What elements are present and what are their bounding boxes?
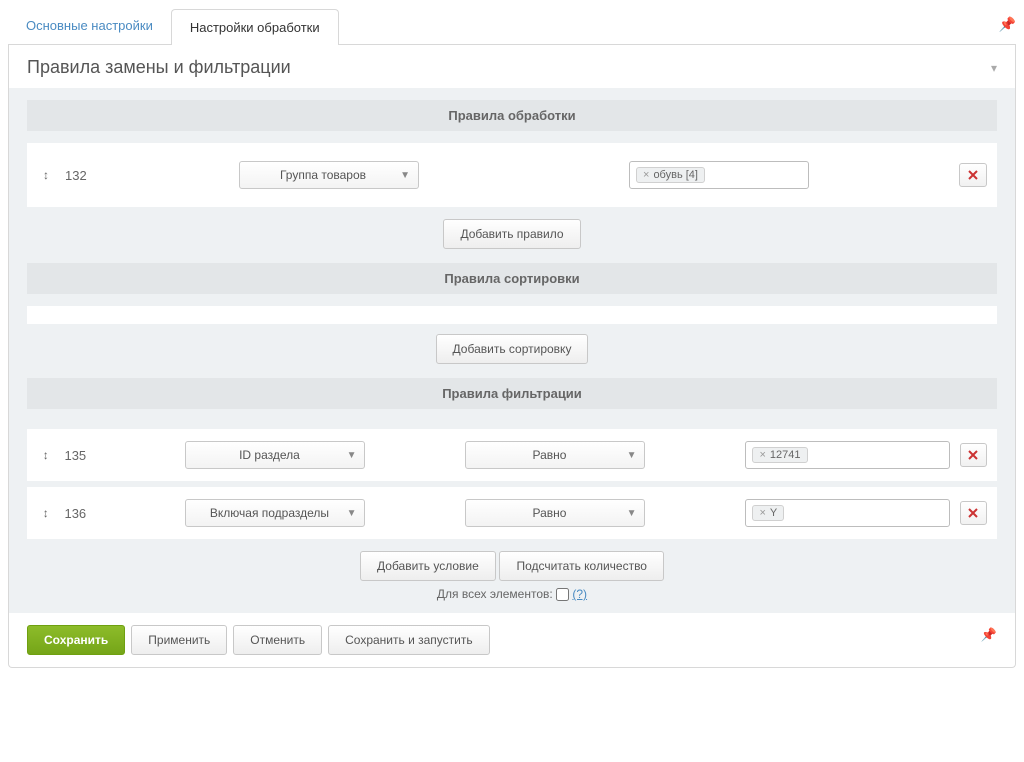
for-all-elements-label: Для всех элементов: [437, 587, 553, 601]
for-all-elements-checkbox[interactable] [556, 588, 569, 601]
tabs-bar: Основные настройки Настройки обработки 📌 [8, 8, 1016, 45]
add-condition-button[interactable]: Добавить условие [360, 551, 496, 581]
rule-field-select[interactable]: Группа товаров ▼ [239, 161, 419, 189]
empty-sorting-area [27, 306, 997, 324]
pin-icon[interactable]: 📌 [999, 16, 1016, 33]
filter-value-input[interactable]: × Y [745, 499, 949, 527]
count-button[interactable]: Подсчитать количество [499, 551, 664, 581]
delete-rule-button[interactable] [959, 163, 987, 187]
filter-id: 135 [64, 448, 97, 463]
pin-icon[interactable]: 📌 [981, 627, 997, 643]
delete-filter-button[interactable] [960, 443, 987, 467]
drag-handle-icon[interactable]: ↕ [37, 506, 54, 520]
filter-value-tag: × Y [752, 505, 784, 521]
filter-row: ↕ 136 Включая подразделы ▼ Равно ▼ × Y [27, 487, 997, 539]
tag-remove-icon[interactable]: × [759, 449, 765, 461]
filter-operator-select[interactable]: Равно ▼ [465, 499, 645, 527]
tag-remove-icon[interactable]: × [759, 507, 765, 519]
cancel-button[interactable]: Отменить [233, 625, 322, 655]
filter-value-text: Y [770, 507, 777, 519]
chevron-down-icon: ▼ [347, 450, 357, 461]
tab-processing-settings[interactable]: Настройки обработки [171, 9, 339, 45]
panel-header: Правила замены и фильтрации ▾ [9, 45, 1015, 88]
chevron-down-icon: ▼ [347, 508, 357, 519]
delete-filter-button[interactable] [960, 501, 987, 525]
chevron-down-icon: ▼ [627, 508, 637, 519]
chevron-down-icon: ▼ [627, 450, 637, 461]
section-processing-rules-title: Правила обработки [27, 100, 997, 131]
panel-title: Правила замены и фильтрации [27, 57, 291, 78]
filter-field-label: Включая подразделы [186, 506, 364, 520]
delete-icon [966, 506, 980, 520]
drag-handle-icon[interactable]: ↕ [37, 168, 55, 182]
save-button[interactable]: Сохранить [27, 625, 125, 655]
for-all-elements-row: Для всех элементов: (?) [27, 587, 997, 601]
rule-value-tag: × обувь [4] [636, 167, 705, 183]
tag-remove-icon[interactable]: × [643, 169, 649, 181]
add-sort-button[interactable]: Добавить сортировку [436, 334, 589, 364]
tab-main-settings[interactable]: Основные настройки [8, 8, 171, 44]
filter-operator-label: Равно [466, 448, 644, 462]
apply-button[interactable]: Применить [131, 625, 227, 655]
chevron-down-icon: ▼ [400, 170, 410, 181]
rule-value-tag-text: обувь [4] [653, 169, 698, 181]
rule-field-select-label: Группа товаров [240, 168, 418, 182]
footer-bar: Сохранить Применить Отменить Сохранить и… [9, 613, 1015, 667]
filter-row: ↕ 135 ID раздела ▼ Равно ▼ × 12741 [27, 429, 997, 481]
processing-rule-row: ↕ 132 Группа товаров ▼ × обувь [4] [27, 143, 997, 207]
section-filter-rules-title: Правила фильтрации [27, 378, 997, 409]
rule-value-input[interactable]: × обувь [4] [629, 161, 809, 189]
main-panel: Правила замены и фильтрации ▾ Правила об… [8, 45, 1016, 668]
filter-value-input[interactable]: × 12741 [745, 441, 949, 469]
help-link[interactable]: (?) [572, 587, 587, 601]
collapse-icon[interactable]: ▾ [991, 61, 997, 75]
filter-operator-select[interactable]: Равно ▼ [465, 441, 645, 469]
rule-id: 132 [65, 168, 99, 183]
save-and-run-button[interactable]: Сохранить и запустить [328, 625, 490, 655]
filter-field-label: ID раздела [186, 448, 364, 462]
drag-handle-icon[interactable]: ↕ [37, 448, 54, 462]
filter-id: 136 [64, 506, 97, 521]
delete-icon [966, 448, 980, 462]
add-rule-button[interactable]: Добавить правило [443, 219, 580, 249]
filter-value-tag: × 12741 [752, 447, 807, 463]
filter-value-text: 12741 [770, 449, 801, 461]
delete-icon [966, 168, 980, 182]
filter-operator-label: Равно [466, 506, 644, 520]
panel-body: Правила обработки ↕ 132 Группа товаров ▼… [9, 88, 1015, 613]
filter-field-select[interactable]: ID раздела ▼ [185, 441, 365, 469]
filter-field-select[interactable]: Включая подразделы ▼ [185, 499, 365, 527]
section-sorting-rules-title: Правила сортировки [27, 263, 997, 294]
